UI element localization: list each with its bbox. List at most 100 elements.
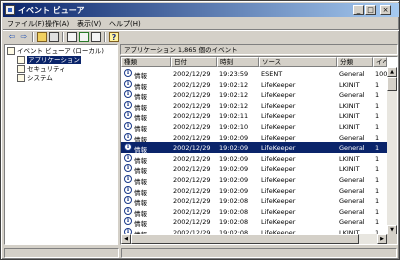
table-row[interactable]: i 情報 2002/12/29 19:02:08 LifeKeeper General 1 — [121, 206, 387, 218]
scroll-corner — [387, 234, 397, 244]
table-row[interactable]: i 情報 2002/12/29 19:02:09 LifeKeeper General 1 — [121, 132, 387, 144]
event-list: 種類 日付 時刻 ソース 分類 イベ i情報2002/12/2919:23:59… — [120, 56, 398, 245]
cell-date: 2002/12/29 — [173, 70, 211, 78]
table-row[interactable]: i 情報 2002/12/29 19:02:11 LifeKeeper LKINIT 1 — [121, 110, 387, 122]
cell-source: LifeKeeper — [261, 112, 296, 121]
cell-source: LifeKeeper — [261, 165, 296, 174]
cell-time: 19:02:12 — [219, 80, 249, 89]
cell-date: 2002/12/29 — [173, 165, 211, 174]
info-icon: i — [124, 153, 132, 162]
cell-event: 1 — [375, 154, 380, 163]
cell-time: 19:02:08 — [219, 197, 249, 206]
column-event[interactable]: イベ — [373, 57, 387, 67]
help-icon[interactable]: ? — [109, 32, 119, 42]
cell-category: General — [339, 207, 365, 216]
cell-date: 2002/12/29 — [173, 197, 211, 206]
details-pane: アプリケーション 1,865 個のイベント 種類 日付 時刻 ソース 分類 イベ… — [120, 44, 398, 245]
table-row[interactable]: i 情報 2002/12/29 19:02:12 LifeKeeper LKINIT 1 — [121, 100, 387, 112]
info-icon: i — [124, 111, 132, 120]
cell-category: General — [339, 91, 365, 100]
cell-time: 19:02:09 — [219, 176, 249, 184]
menu-view[interactable]: 表示(V) — [77, 19, 101, 29]
column-type[interactable]: 種類 — [121, 57, 171, 67]
status-bar — [3, 247, 399, 259]
horizontal-scrollbar[interactable]: ◀ ▶ — [121, 234, 387, 244]
hscroll-thumb[interactable] — [131, 234, 359, 244]
cell-category: General — [339, 70, 365, 78]
minimize-button[interactable]: _ — [353, 5, 364, 15]
cell-category: LKINIT — [339, 154, 360, 163]
scroll-up-button[interactable]: ▲ — [387, 67, 397, 77]
close-button[interactable]: × — [380, 5, 391, 15]
column-source[interactable]: ソース — [259, 57, 337, 67]
column-date[interactable]: 日付 — [171, 57, 217, 67]
info-icon: i — [124, 132, 132, 141]
menu-file[interactable]: ファイル(F) — [7, 19, 45, 29]
log-icon — [17, 74, 25, 82]
cell-time: 19:02:11 — [219, 112, 249, 121]
table-row[interactable]: i 情報 2002/12/29 19:02:09 LifeKeeper General 1 — [121, 174, 387, 186]
vertical-scrollbar[interactable]: ▲ ▼ — [387, 67, 397, 235]
properties-icon[interactable] — [67, 32, 77, 42]
tree-item-security[interactable]: セキュリティ — [17, 65, 66, 74]
column-category[interactable]: 分類 — [337, 57, 373, 67]
cell-source: LifeKeeper — [261, 144, 296, 153]
cell-event: 1 — [375, 112, 380, 121]
back-arrow-icon[interactable]: ⇦ — [7, 32, 17, 42]
maximize-button[interactable]: □ — [365, 5, 376, 15]
console-tree: イベント ビューア (ローカル) アプリケーション セキュリティ システム — [4, 44, 118, 245]
cell-source: LifeKeeper — [261, 176, 296, 184]
forward-arrow-icon[interactable]: ⇨ — [19, 32, 29, 42]
cell-date: 2002/12/29 — [173, 123, 211, 131]
scroll-thumb[interactable] — [387, 77, 397, 91]
cell-event: 1 — [375, 176, 380, 184]
scroll-left-button[interactable]: ◀ — [121, 234, 131, 244]
table-row[interactable]: i 情報 2002/12/29 19:02:08 LifeKeeper General 1 — [121, 195, 387, 207]
tree-item-application[interactable]: アプリケーション — [17, 56, 81, 65]
cell-event: 1 — [375, 218, 380, 227]
title-bar[interactable]: イベント ビューア _ □ × — [3, 3, 399, 17]
table-row[interactable]: i 情報 2002/12/29 19:02:12 LifeKeeper General 1 — [121, 89, 387, 101]
cell-event: 1 — [375, 91, 380, 100]
tree-item-system[interactable]: システム — [17, 74, 53, 83]
cell-date: 2002/12/29 — [173, 101, 211, 110]
refresh-icon[interactable] — [79, 32, 89, 42]
table-row[interactable]: i 情報 2002/12/29 19:02:09 LifeKeeper LKINIT 1 — [121, 153, 387, 165]
table-row[interactable]: i 情報 2002/12/29 19:02:10 LifeKeeper LKINIT 1 — [121, 121, 387, 133]
console-tree-icon[interactable] — [49, 32, 59, 42]
cell-time: 19:02:09 — [219, 154, 249, 163]
table-row[interactable]: i 情報 2002/12/29 19:02:09 LifeKeeper LKINIT 1 — [121, 163, 387, 175]
cell-category: General — [339, 144, 365, 153]
table-row[interactable]: i 情報 2002/12/29 19:02:08 LifeKeeper General 1 — [121, 216, 387, 228]
info-icon: i — [124, 69, 132, 77]
cell-category: General — [339, 218, 365, 227]
cell-time: 19:02:09 — [219, 144, 249, 153]
info-icon: i — [124, 90, 132, 99]
column-time[interactable]: 時刻 — [217, 57, 259, 67]
table-row[interactable]: i 情報 2002/12/29 19:02:09 LifeKeeper General 1 — [121, 142, 387, 154]
menu-bar: ファイル(F) 操作(A) 表示(V) ヘルプ(H) — [3, 17, 399, 29]
cell-source: LifeKeeper — [261, 80, 296, 89]
info-icon: i — [124, 196, 132, 205]
app-icon — [5, 5, 15, 15]
cell-date: 2002/12/29 — [173, 133, 211, 142]
tree-root[interactable]: イベント ビューア (ローカル) — [7, 47, 104, 56]
cell-category: General — [339, 186, 365, 195]
table-row[interactable]: i 情報 2002/12/29 19:02:09 LifeKeeper General 1 — [121, 185, 387, 197]
cell-source: LifeKeeper — [261, 207, 296, 216]
info-icon: i — [124, 185, 132, 194]
table-row[interactable]: i 情報 2002/12/29 19:23:59 ESENT General 100 — [121, 68, 387, 80]
window-title: イベント ビューア — [18, 6, 85, 15]
up-folder-icon[interactable] — [37, 32, 47, 42]
cell-category: LKINIT — [339, 80, 360, 89]
info-icon: i — [124, 100, 132, 109]
cell-source: LifeKeeper — [261, 154, 296, 163]
menu-help[interactable]: ヘルプ(H) — [109, 19, 141, 29]
menu-action[interactable]: 操作(A) — [45, 19, 69, 29]
cell-time: 19:23:59 — [219, 70, 249, 78]
table-row[interactable]: i 情報 2002/12/29 19:02:12 LifeKeeper LKINIT 1 — [121, 79, 387, 91]
cell-time: 19:02:09 — [219, 133, 249, 142]
cell-event: 1 — [375, 207, 380, 216]
scroll-right-button[interactable]: ▶ — [377, 234, 387, 244]
export-list-icon[interactable] — [91, 32, 101, 42]
